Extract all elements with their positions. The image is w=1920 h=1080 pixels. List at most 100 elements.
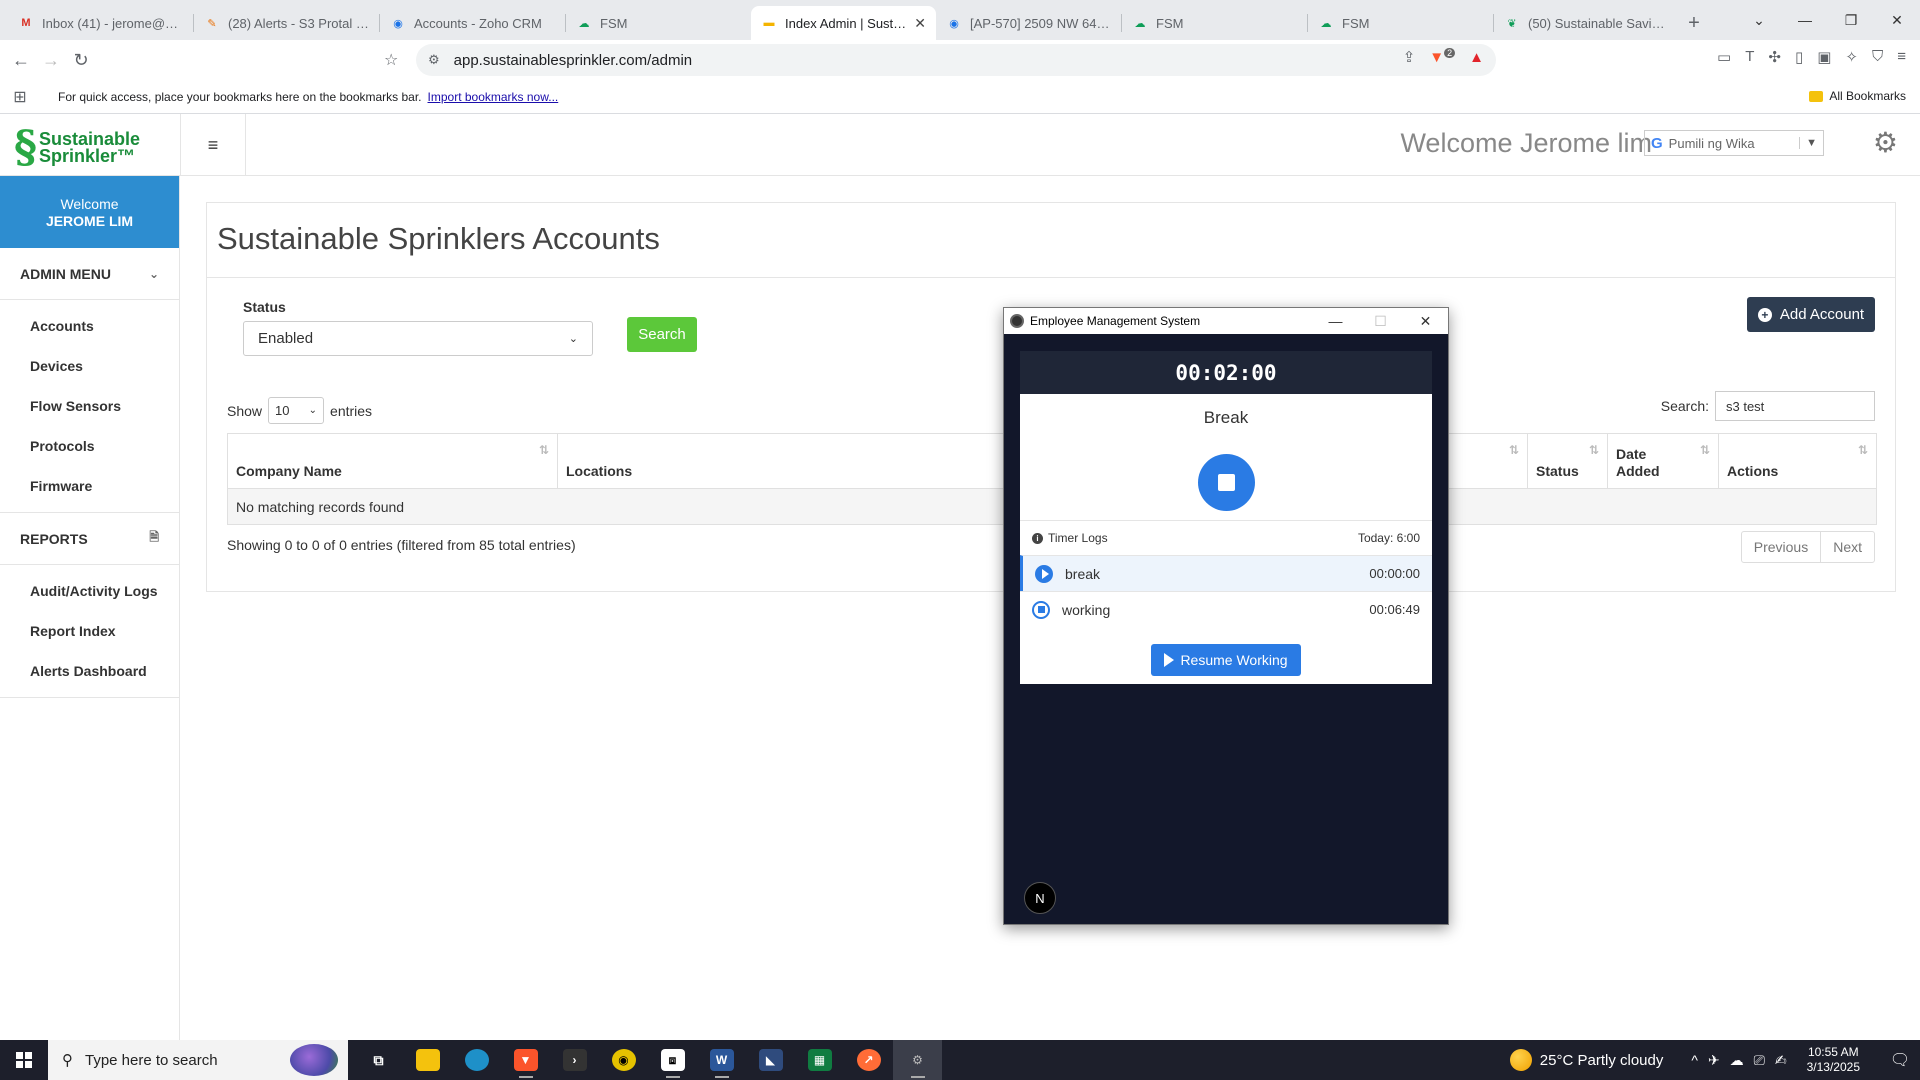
column-header[interactable]: Actions ⇅ (1719, 434, 1876, 488)
n-badge-icon[interactable]: N (1024, 882, 1056, 914)
admin-menu-label: ADMIN MENU (20, 265, 111, 282)
address-bar[interactable]: ⚙ app.sustainablesprinkler.com/admin ⇪ ▼… (416, 44, 1496, 76)
import-bookmarks-link[interactable]: Import bookmarks now... (428, 90, 559, 104)
column-header[interactable]: Date Added ⇅ (1608, 434, 1719, 488)
previous-button[interactable]: Previous (1742, 532, 1822, 562)
text-icon[interactable]: T (1745, 48, 1754, 66)
sql-icon[interactable]: ◣ (746, 1040, 795, 1080)
task-view-icon[interactable]: ⧉ (354, 1040, 403, 1080)
log-row-break[interactable]: break 00:00:00 (1020, 555, 1432, 591)
log-row-working[interactable]: working 00:06:49 (1020, 591, 1432, 627)
chevron-up-icon[interactable]: ^ (1691, 1052, 1698, 1068)
language-select[interactable]: G Pumili ng Wika ▼ (1644, 130, 1824, 156)
sidebar-item-audit-activity-logs[interactable]: Audit/Activity Logs (0, 571, 179, 611)
browser-tab[interactable]: ☁ FSM (1308, 6, 1493, 40)
hamburger-menu-icon[interactable]: ≡ (180, 114, 246, 176)
pen-icon[interactable]: ✍ (1775, 1052, 1787, 1069)
browser-tab[interactable]: ☁ FSM (1122, 6, 1307, 40)
minimize-button[interactable]: — (1782, 12, 1828, 28)
popup-titlebar[interactable]: Employee Management System — ☐ ✕ (1004, 308, 1448, 334)
status-select[interactable]: Enabled ⌄ (243, 321, 593, 356)
back-button[interactable]: ← (6, 50, 36, 71)
resume-working-button[interactable]: Resume Working (1151, 644, 1301, 676)
search-button[interactable]: Search (627, 317, 697, 352)
apps-icon[interactable]: ⊞ (0, 87, 40, 107)
table-search-input[interactable]: s3 test (1715, 391, 1875, 421)
browser-tab[interactable]: ◉ Accounts - Zoho CRM (380, 6, 565, 40)
forward-button[interactable]: → (36, 50, 66, 71)
bookmark-icon[interactable]: ☆ (384, 50, 398, 70)
sidebar-item-protocols[interactable]: Protocols (0, 426, 179, 466)
brave-rewards-icon[interactable]: ▲ (1469, 49, 1484, 66)
browser-tab[interactable]: M Inbox (41) - jerome@sust (8, 6, 193, 40)
info-icon: i (1032, 532, 1043, 544)
add-account-button[interactable]: + Add Account (1747, 297, 1875, 332)
next-button[interactable]: Next (1821, 532, 1874, 562)
restore-button[interactable]: ❐ (1828, 12, 1874, 29)
meet-icon[interactable]: ⎚ (1754, 1052, 1765, 1069)
close-tab-icon[interactable]: ✕ (914, 15, 926, 32)
today-total: Today: 6:00 (1357, 531, 1420, 545)
browser-tab[interactable]: ▬ Index Admin | Sustain ✕ (751, 6, 936, 40)
weather-widget[interactable]: 25°C Partly cloudy (1509, 1049, 1663, 1071)
stop-button[interactable] (1198, 454, 1255, 511)
sidebar-icon[interactable]: ▯ (1795, 48, 1803, 66)
popup-close-button[interactable]: ✕ (1403, 313, 1448, 330)
all-bookmarks-button[interactable]: All Bookmarks (1809, 89, 1906, 103)
terminal-icon[interactable]: › (550, 1040, 599, 1080)
chevron-down-icon: ⌄ (568, 333, 578, 345)
new-tab-button[interactable]: + (1679, 6, 1709, 40)
word-icon[interactable]: W (697, 1040, 746, 1080)
leo-icon[interactable]: ✧ (1845, 48, 1858, 66)
puzzle-icon[interactable]: ✣ (1768, 48, 1781, 66)
status-label: Status (243, 299, 286, 315)
menu-icon[interactable]: ≡ (1897, 48, 1906, 66)
excel-icon[interactable]: ▦ (795, 1040, 844, 1080)
stop-icon (1218, 474, 1235, 491)
logo[interactable]: § Sustainable Sprinkler™ (14, 124, 179, 172)
tab-search-icon[interactable]: ⌄ (1736, 12, 1782, 29)
popup-maximize-button[interactable]: ☐ (1358, 313, 1403, 330)
reports-header[interactable]: REPORTS 🗎 (0, 513, 179, 565)
chevron-down-icon: ⌄ (308, 405, 318, 416)
google-icon: G (1651, 134, 1663, 152)
browser-tab[interactable]: ☁ FSM (566, 6, 751, 40)
vpn-icon[interactable]: ⛉ (1872, 48, 1883, 66)
reload-button[interactable]: ↻ (66, 50, 96, 71)
wallet-icon[interactable]: ▣ (1817, 48, 1831, 66)
file-explorer-icon[interactable] (403, 1040, 452, 1080)
notifications-icon[interactable]: 🗨 (1880, 1050, 1920, 1070)
network-icon[interactable]: ✈ (1708, 1052, 1720, 1069)
clock[interactable]: 10:55 AM 3/13/2025 (1807, 1045, 1860, 1075)
popup-minimize-button[interactable]: — (1313, 313, 1358, 330)
admin-menu-header[interactable]: ADMIN MENU ⌄ (0, 248, 179, 300)
capcut-icon[interactable]: ⧈ (648, 1040, 697, 1080)
sidebar-item-report-index[interactable]: Report Index (0, 611, 179, 651)
close-window-button[interactable]: ✕ (1874, 12, 1920, 29)
sidebar-item-flow-sensors[interactable]: Flow Sensors (0, 386, 179, 426)
browser-tab[interactable]: ❦ (50) Sustainable Savings, I (1494, 6, 1679, 40)
extension-icon[interactable]: ▭ (1717, 48, 1731, 66)
entries-select[interactable]: 10 ⌄ (268, 397, 325, 424)
browser-tab[interactable]: ✎ (28) Alerts - S3 Protal - Ta (194, 6, 379, 40)
brave-shield-icon[interactable]: ▼ 2 (1429, 48, 1456, 66)
postman-icon[interactable]: ↗ (844, 1040, 893, 1080)
site-info-icon[interactable]: ⚙ (428, 52, 440, 68)
edge-icon[interactable] (452, 1040, 501, 1080)
gear-icon[interactable]: ⚙ (1873, 126, 1898, 159)
sidebar-item-accounts[interactable]: Accounts (0, 306, 179, 346)
column-header[interactable]: Status ⇅ (1528, 434, 1608, 488)
sidebar-item-devices[interactable]: Devices (0, 346, 179, 386)
browser-tab[interactable]: ◉ [AP-570] 2509 NW 64th B (936, 6, 1121, 40)
employee-app-icon[interactable]: ⚙ (893, 1040, 942, 1080)
start-button[interactable] (0, 1040, 48, 1080)
onedrive-icon[interactable]: ☁ (1730, 1052, 1744, 1069)
sidebar-item-alerts-dashboard[interactable]: Alerts Dashboard (0, 651, 179, 691)
taskbar-search[interactable]: ⚲ Type here to search (48, 1040, 348, 1080)
sidebar-item-firmware[interactable]: Firmware (0, 466, 179, 506)
brave-icon[interactable]: ▼ (501, 1040, 550, 1080)
column-header[interactable]: Company Name ⇅ (228, 434, 558, 488)
table-info: Showing 0 to 0 of 0 entries (filtered fr… (227, 537, 576, 553)
lens-icon[interactable]: ◉ (599, 1040, 648, 1080)
share-icon[interactable]: ⇪ (1403, 48, 1416, 66)
